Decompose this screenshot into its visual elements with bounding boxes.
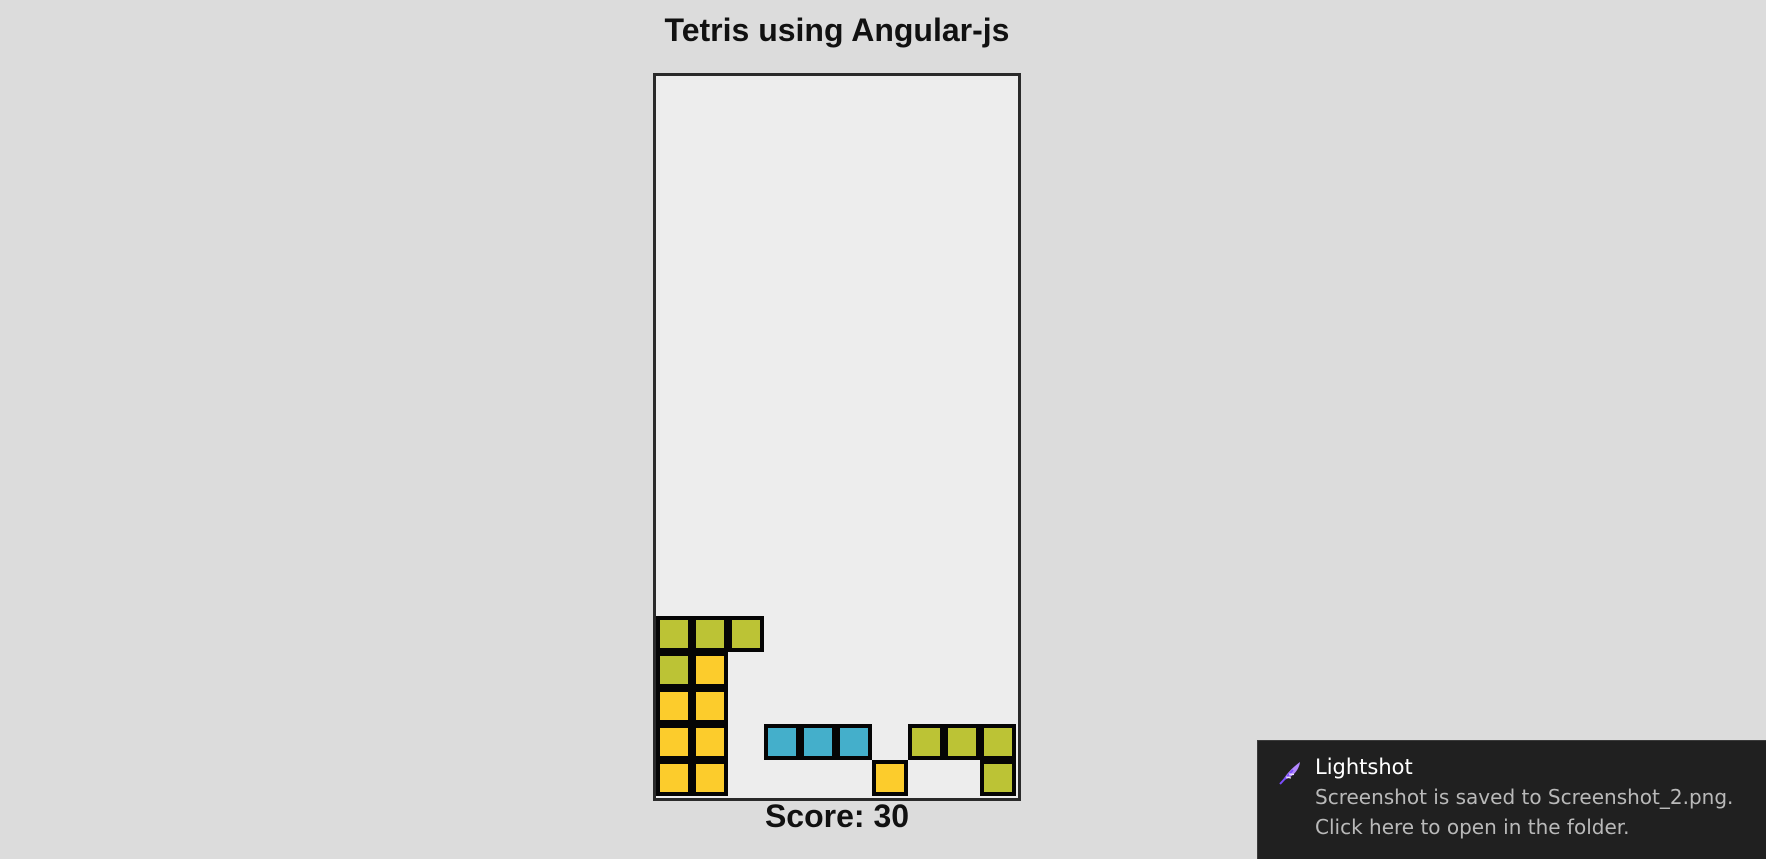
page-title: Tetris using Angular-js [664,12,1010,48]
tetris-cell-lime [980,760,1016,796]
tetris-cell-yellow [656,760,692,796]
feather-icon [1276,759,1304,787]
tetris-cell-lime [656,616,692,652]
tetris-app: Tetris using Angular-js Score: 30 Lights… [0,0,1766,859]
tetris-cell-lime [980,724,1016,760]
lightshot-notification[interactable]: Lightshot Screenshot is saved to Screens… [1257,740,1766,859]
tetris-cell-yellow [692,652,728,688]
game-board[interactable] [653,73,1021,801]
score-display: Score: 30 [764,798,910,834]
tetris-cell-lime [728,616,764,652]
notification-message: Screenshot is saved to Screenshot_2.png. [1315,785,1734,809]
tetris-cell-lime [908,724,944,760]
tetris-cell-lime [944,724,980,760]
tetris-cell-yellow [872,760,908,796]
tetris-cell-yellow [692,724,728,760]
tetris-cell-cyan [836,724,872,760]
notification-title: Lightshot [1315,755,1413,779]
tetris-cell-yellow [656,724,692,760]
tetris-cell-yellow [692,760,728,796]
notification-open-folder-link[interactable]: Click here to open in the folder. [1315,815,1630,839]
tetris-cell-yellow [692,688,728,724]
tetris-cell-cyan [800,724,836,760]
tetris-cell-lime [692,616,728,652]
tetris-cell-cyan [764,724,800,760]
tetris-cell-yellow [656,688,692,724]
tetris-cell-lime [656,652,692,688]
